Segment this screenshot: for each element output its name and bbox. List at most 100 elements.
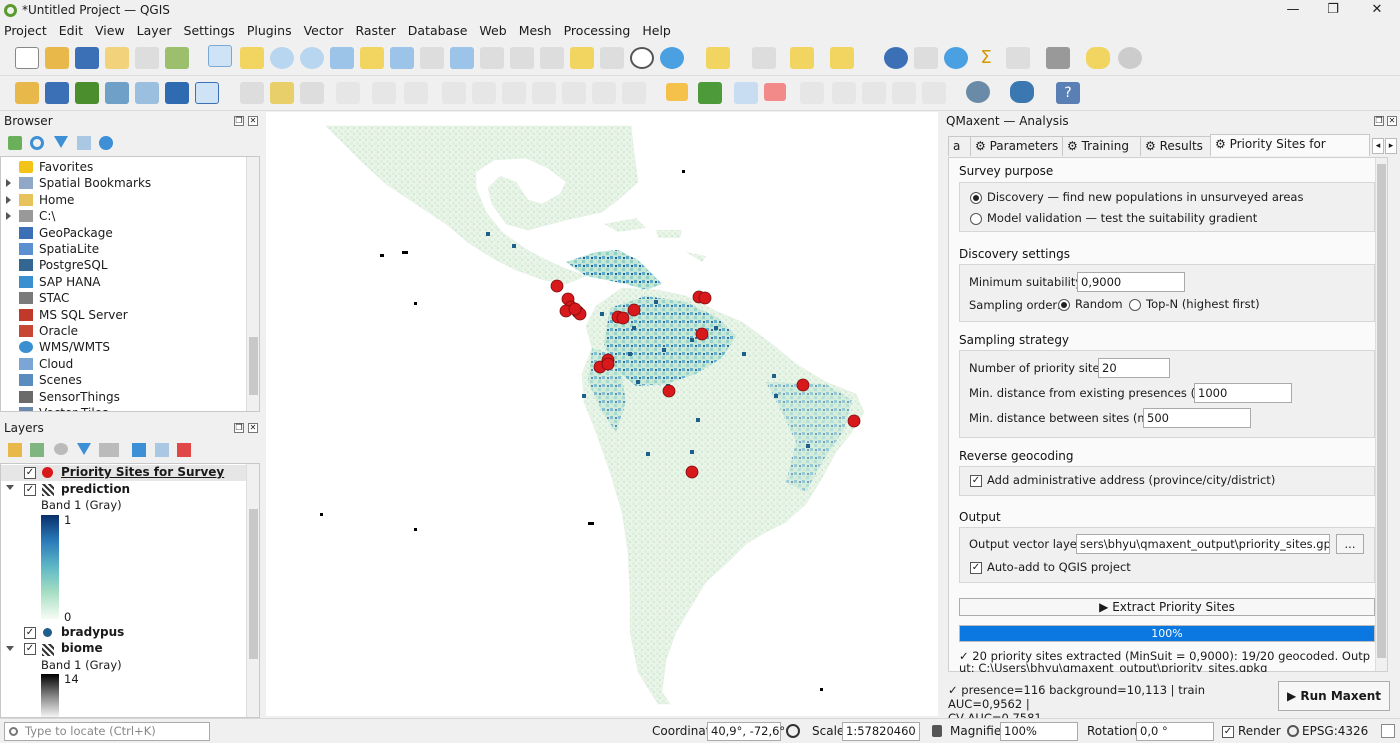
browse-button[interactable]: ...	[1336, 534, 1364, 554]
expand-all-icon[interactable]	[132, 443, 146, 457]
help-icon[interactable]: ?	[1056, 82, 1080, 104]
close-icon[interactable]: ✕	[248, 423, 258, 433]
new-3d-view-icon[interactable]	[540, 47, 564, 69]
zoom-to-selection-icon[interactable]	[360, 47, 384, 69]
topn-radio[interactable]	[1129, 299, 1141, 311]
select-features-icon[interactable]	[706, 47, 730, 69]
priority-site-marker[interactable]	[662, 384, 676, 398]
cut-features-icon[interactable]	[472, 82, 496, 104]
add-vector-icon[interactable]	[195, 82, 219, 104]
lock-scale-icon[interactable]	[932, 725, 942, 737]
modify-attributes-icon[interactable]	[404, 82, 428, 104]
browser-item-favorites[interactable]: Favorites	[1, 159, 245, 175]
layer-visibility-checkbox[interactable]: ✓	[24, 484, 36, 496]
num-sites-input[interactable]: 20	[1098, 358, 1170, 378]
new-virtual-layer-icon[interactable]	[135, 82, 159, 104]
browser-item-scenes[interactable]: Scenes	[1, 372, 245, 388]
toggle-editing-icon[interactable]	[270, 82, 294, 104]
tab-priority-sites[interactable]: ⚙ Priority Sites for Survey	[1210, 134, 1370, 170]
layer-name-priority-sites[interactable]: Priority Sites for Survey	[61, 465, 224, 479]
dist-sites-input[interactable]: 500	[1143, 408, 1251, 428]
filter-icon[interactable]	[54, 136, 68, 148]
open-project-icon[interactable]	[45, 47, 69, 69]
browser-item-spatial-bookmarks[interactable]: Spatial Bookmarks	[1, 175, 245, 191]
zoom-last-icon[interactable]	[450, 47, 474, 69]
change-label-icon[interactable]	[862, 82, 886, 104]
auto-add-checkbox[interactable]: ✓	[970, 562, 982, 574]
save-edits-icon[interactable]	[300, 82, 324, 104]
zoom-in-icon[interactable]	[270, 47, 294, 69]
messages-icon[interactable]	[1381, 724, 1395, 738]
rotation-input[interactable]: 0,0 °	[1136, 722, 1214, 741]
menu-raster[interactable]: Raster	[349, 22, 401, 40]
filter-legend-icon[interactable]	[77, 443, 91, 455]
scroll-thumb[interactable]	[1377, 164, 1386, 658]
dist-presences-input[interactable]: 1000	[1194, 383, 1292, 403]
new-project-icon[interactable]	[15, 47, 39, 69]
add-group-icon[interactable]	[30, 443, 44, 457]
layer-diagram-icon[interactable]	[698, 82, 722, 104]
layer-visibility-checkbox[interactable]: ✓	[24, 467, 36, 479]
redo-icon[interactable]	[592, 82, 616, 104]
zoom-full-icon[interactable]	[330, 47, 354, 69]
layer-visibility-checkbox[interactable]: ✓	[24, 643, 36, 655]
temporal-controller-icon[interactable]	[630, 47, 654, 69]
expand-arrow-icon[interactable]	[6, 485, 14, 490]
highlight-labels-icon[interactable]	[764, 83, 786, 101]
close-icon[interactable]: ✕	[248, 116, 258, 126]
extract-priority-sites-button[interactable]: ▶ Extract Priority Sites	[959, 598, 1375, 616]
float-icon[interactable]: ❐	[1374, 116, 1384, 126]
identify-features-icon[interactable]	[884, 47, 908, 69]
browser-item-geopackage[interactable]: GeoPackage	[1, 225, 245, 241]
browser-item-postgresql[interactable]: PostgreSQL	[1, 257, 245, 273]
layers-scrollbar[interactable]	[246, 464, 259, 717]
vertex-tool-icon[interactable]	[372, 82, 396, 104]
save-project-icon[interactable]	[75, 47, 99, 69]
zoom-out-icon[interactable]	[300, 47, 324, 69]
menu-view[interactable]: View	[89, 22, 131, 40]
menu-database[interactable]: Database	[402, 22, 474, 40]
scale-combo[interactable]: 1:57820460	[842, 722, 920, 741]
layout-manager-icon[interactable]	[135, 47, 159, 69]
menu-vector[interactable]: Vector	[298, 22, 350, 40]
browser-item-sap-hana[interactable]: SAP HANA	[1, 274, 245, 290]
zoom-to-layer-icon[interactable]	[390, 47, 414, 69]
menu-project[interactable]: Project	[0, 22, 53, 40]
zoom-native-icon[interactable]	[420, 47, 444, 69]
browser-item-ms-sql-server[interactable]: MS SQL Server	[1, 307, 245, 323]
digitize-icon[interactable]	[240, 82, 264, 104]
paste-features-icon[interactable]	[532, 82, 556, 104]
coordinate-input[interactable]: 40,9°, -72,6°	[707, 722, 785, 741]
minimize-button[interactable]: —	[1278, 2, 1308, 20]
tab-scroll-left-icon[interactable]: ◂	[1372, 138, 1384, 154]
open-field-calculator-icon[interactable]	[1006, 47, 1030, 69]
tab-scroll-right-icon[interactable]: ▸	[1385, 138, 1397, 154]
priority-site-marker[interactable]	[550, 279, 564, 293]
new-map-view-icon[interactable]	[510, 47, 534, 69]
browser-item-vector-tiles[interactable]: Vector Tiles	[1, 405, 245, 411]
browser-item-cloud[interactable]: Cloud	[1, 356, 245, 372]
priority-site-marker[interactable]	[685, 465, 699, 479]
browser-item-oracle[interactable]: Oracle	[1, 323, 245, 339]
show-hide-labels-icon[interactable]	[892, 82, 916, 104]
manage-visibility-icon[interactable]	[54, 443, 68, 455]
collapse-all-layers-icon[interactable]	[155, 443, 169, 457]
tab-results[interactable]: ⚙ Results	[1140, 136, 1212, 156]
remove-layer-icon[interactable]	[177, 443, 191, 457]
browser-scrollbar[interactable]	[246, 157, 259, 411]
add-feature-icon[interactable]	[336, 82, 360, 104]
output-layer-input[interactable]: sers\bhyu\qmaxent_output\priority_sites.…	[1076, 534, 1330, 554]
locator-input[interactable]: Type to locate (Ctrl+K)	[4, 722, 210, 741]
expand-arrow-icon[interactable]	[6, 212, 11, 221]
menu-processing[interactable]: Processing	[558, 22, 637, 40]
label-props-icon[interactable]	[922, 82, 946, 104]
float-icon[interactable]: ❐	[234, 423, 244, 433]
menu-edit[interactable]: Edit	[53, 22, 89, 40]
scroll-thumb[interactable]	[249, 337, 258, 395]
priority-site-marker[interactable]	[627, 303, 641, 317]
priority-site-marker[interactable]	[695, 327, 709, 341]
copy-features-icon[interactable]	[502, 82, 526, 104]
map-tips-icon[interactable]	[1086, 47, 1110, 69]
filter-expression-icon[interactable]	[99, 443, 119, 457]
attribute-table-icon[interactable]	[914, 47, 938, 69]
